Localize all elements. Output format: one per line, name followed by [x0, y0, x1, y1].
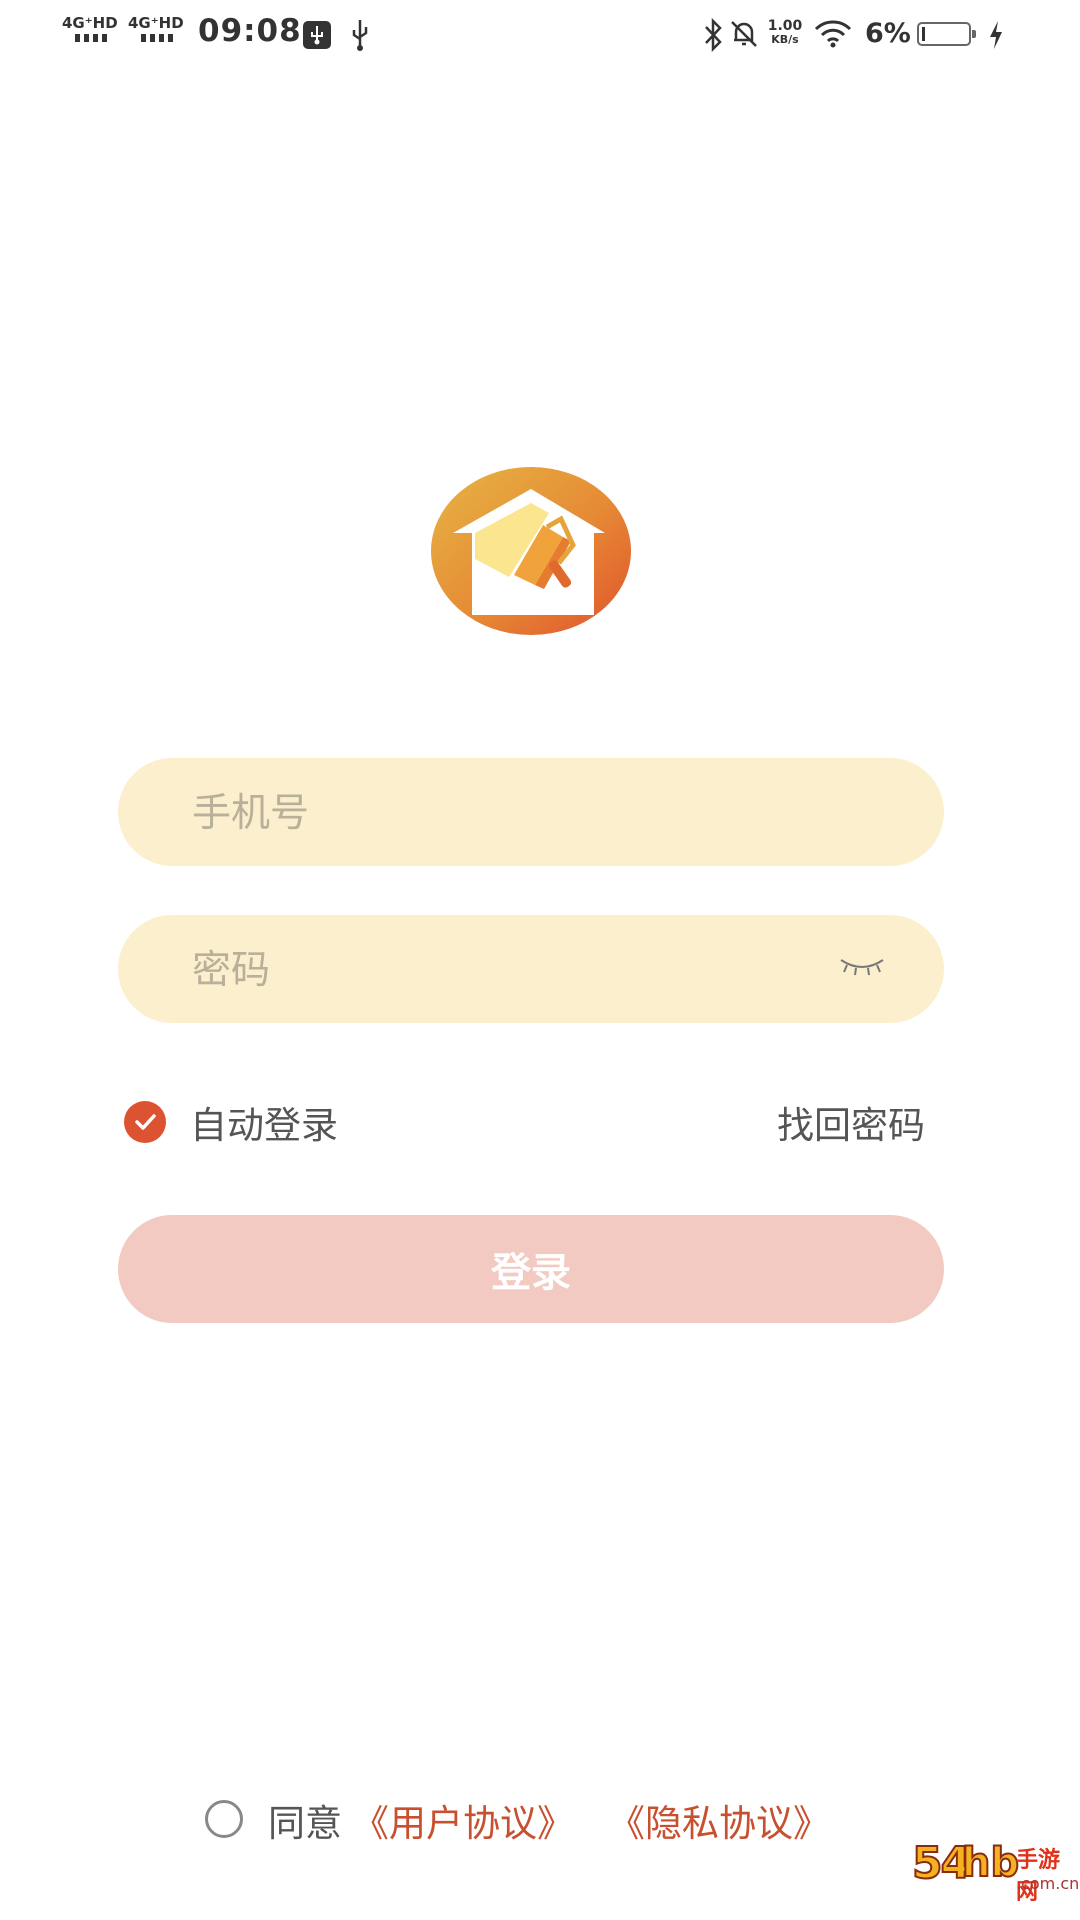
usb-icon	[352, 20, 368, 51]
watermark-domain: .com.cn	[1016, 1874, 1080, 1893]
site-watermark: 54 hb 手游网 .com.cn	[911, 1837, 1079, 1914]
bluetooth-icon	[705, 18, 722, 52]
eye-closed-icon[interactable]	[838, 955, 886, 977]
watermark-logo-text-2: hb	[961, 1839, 1020, 1887]
network-speed-value: 1.00	[767, 18, 803, 34]
wifi-icon	[814, 20, 852, 48]
mute-bell-icon	[731, 21, 757, 47]
status-time: 09:08	[198, 13, 302, 49]
login-button[interactable]: 登录	[118, 1215, 944, 1323]
sim1-signal-icon	[75, 34, 107, 42]
status-bar: 4G⁺HD 4G⁺HD 09:08 1.00 KB/s 6%	[0, 0, 1080, 70]
usb-debug-icon	[303, 21, 331, 49]
charging-icon	[990, 21, 1002, 49]
password-field[interactable]	[118, 915, 944, 1025]
battery-percent: 6%	[865, 18, 911, 49]
agree-radio[interactable]	[205, 1800, 243, 1838]
sim1-signal-label: 4G⁺HD	[62, 14, 118, 32]
watermark-logo-text: 54	[911, 1837, 972, 1890]
app-logo	[431, 467, 631, 635]
network-speed: 1.00 KB/s	[765, 19, 805, 47]
auto-login-label[interactable]: 自动登录	[190, 1095, 338, 1149]
network-speed-unit: KB/s	[771, 33, 799, 46]
sim2-signal-label: 4G⁺HD	[128, 14, 184, 32]
agree-label: 同意	[268, 1802, 342, 1845]
auto-login-checkbox[interactable]	[124, 1101, 166, 1143]
user-agreement-link[interactable]: 《用户协议》	[352, 1793, 574, 1847]
forgot-password-link[interactable]: 找回密码	[777, 1095, 925, 1149]
phone-input[interactable]	[190, 758, 794, 868]
phone-field[interactable]	[118, 758, 944, 868]
check-icon	[135, 1114, 156, 1130]
privacy-agreement-link[interactable]: 《隐私协议》	[608, 1793, 830, 1847]
sim2-signal-icon	[141, 34, 173, 42]
battery-icon	[917, 22, 976, 46]
battery-fill	[922, 27, 925, 41]
password-input[interactable]	[190, 915, 794, 1025]
